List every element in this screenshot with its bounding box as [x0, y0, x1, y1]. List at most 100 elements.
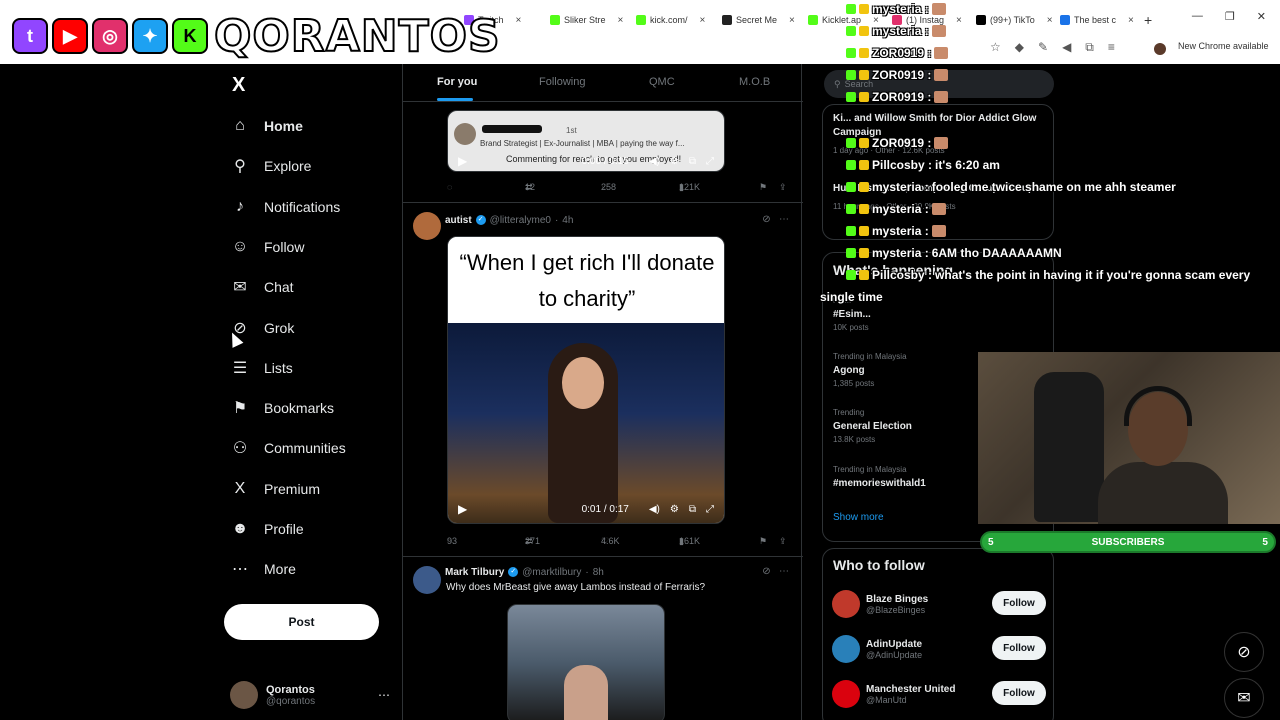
extension-icon[interactable]: ✎ — [1038, 40, 1048, 55]
tweet-video[interactable] — [507, 604, 665, 720]
x-logo-icon[interactable]: X — [232, 74, 245, 97]
play-icon[interactable]: ▶ — [458, 502, 467, 516]
bookmark-icon[interactable]: ⚑ — [759, 182, 767, 193]
sidebar-item-communities[interactable]: ⚇ Communities — [230, 432, 346, 464]
tab-label: Secret Me — [736, 15, 778, 25]
volume-icon[interactable]: ◀) — [649, 504, 660, 515]
more-icon[interactable]: ⋯ — [378, 688, 390, 702]
sidebar-item-more[interactable]: ⋯ More — [230, 553, 296, 585]
more-icon[interactable]: ⋯ — [779, 566, 789, 577]
feed-tabs: For you Following QMC M.O.B — [403, 64, 803, 102]
browser-tab[interactable]: (99+) TikTo × — [976, 8, 1053, 32]
grok-icon[interactable]: ⊘ — [762, 566, 770, 577]
star-icon[interactable]: ☆ — [990, 40, 1001, 55]
chat-username: ZOR0919 : — [872, 136, 932, 150]
avatar[interactable] — [832, 680, 860, 708]
bookmark-icon[interactable]: ⚑ — [759, 536, 767, 547]
follow-button[interactable]: Follow — [992, 681, 1046, 705]
suggestion-name: Blaze Binges — [866, 593, 929, 605]
browser-tab[interactable]: Secret Me × — [722, 8, 795, 32]
author-handle[interactable]: @litteralyme0 — [490, 215, 551, 226]
menu-icon[interactable]: ≡ — [1108, 40, 1115, 55]
close-icon[interactable]: × — [1047, 15, 1053, 26]
who-to-follow-title: Who to follow — [833, 557, 925, 573]
pip-icon[interactable]: ⧉ — [689, 504, 696, 515]
grok-icon[interactable]: ⊘ — [1224, 632, 1264, 672]
fullscreen-icon[interactable]: ⤢ — [706, 156, 714, 167]
new-chrome-label[interactable]: New Chrome available — [1178, 41, 1269, 51]
browser-tab[interactable]: The best c × — [1060, 8, 1134, 32]
webcam-feed — [978, 352, 1280, 524]
account-switcher[interactable]: Qorantos @qorantos ⋯ — [230, 678, 390, 712]
pip-icon[interactable]: ⧉ — [689, 156, 696, 167]
browser-tab[interactable]: kick.com/ × — [636, 8, 705, 32]
chat-username: ZOR0919 : — [872, 90, 932, 104]
extension-icon[interactable]: ◀ — [1062, 40, 1071, 55]
show-more-link[interactable]: Show more — [833, 512, 884, 523]
close-window-icon[interactable]: ✕ — [1257, 10, 1266, 23]
sidebar-item-notifications[interactable]: ♪ Notifications — [230, 191, 340, 223]
follow-suggestion[interactable]: Manchester United @ManUtd Follow — [832, 677, 1046, 711]
tweet-video[interactable]: “When I get rich I'll donate to charity”… — [447, 236, 725, 524]
close-icon[interactable]: × — [956, 15, 962, 26]
chat-text: single time — [820, 290, 883, 304]
follow-suggestion[interactable]: AdinUpdate @AdinUpdate Follow — [832, 632, 1046, 666]
sidebar-item-chat[interactable]: ✉ Chat — [230, 271, 293, 303]
new-tab-button[interactable]: + — [1144, 8, 1152, 32]
more-icon[interactable]: ⋯ — [779, 214, 789, 225]
close-icon[interactable]: × — [516, 15, 522, 26]
fullscreen-icon[interactable]: ⤢ — [706, 504, 714, 515]
puzzle-icon[interactable]: ⧉ — [1085, 40, 1094, 55]
close-icon[interactable]: × — [700, 15, 706, 26]
sidebar-item-home[interactable]: ⌂ Home — [230, 110, 303, 142]
news-item[interactable]: Ki... and Willow Smith for Dior Addict G… — [833, 112, 1047, 158]
author-name[interactable]: autist — [445, 215, 472, 226]
tab-qmc[interactable]: QMC — [649, 76, 675, 88]
chat-username: mysteria : — [872, 24, 929, 38]
messages-icon[interactable]: ✉ — [1224, 678, 1264, 718]
avatar[interactable] — [413, 212, 441, 240]
close-icon[interactable]: × — [618, 15, 624, 26]
share-icon[interactable]: ⇪ — [779, 536, 787, 547]
close-icon[interactable]: × — [789, 15, 795, 26]
browser-profile-avatar[interactable] — [1154, 43, 1166, 55]
emote-icon — [934, 91, 949, 103]
sidebar-item-lists[interactable]: ☰ Lists — [230, 352, 293, 384]
trend-item[interactable]: Trending in Malaysia #memorieswithald1 — [833, 465, 926, 489]
tab-following[interactable]: Following — [539, 76, 585, 88]
follow-button[interactable]: Follow — [992, 591, 1046, 615]
close-icon[interactable]: × — [1128, 15, 1134, 26]
sidebar-item-profile[interactable]: ☻ Profile — [230, 513, 304, 545]
share-icon[interactable]: ⇪ — [779, 182, 787, 193]
settings-icon[interactable]: ⚙ — [670, 156, 679, 167]
grok-icon[interactable]: ⊘ — [762, 214, 770, 225]
tab-mob[interactable]: M.O.B — [739, 76, 770, 88]
extension-icon[interactable]: ◆ — [1015, 40, 1024, 55]
follow-button[interactable]: Follow — [992, 636, 1046, 660]
tweet-video[interactable]: 1st Brand Strategist | Ex-Journalist | M… — [447, 110, 725, 172]
volume-icon[interactable]: ◀) — [649, 156, 660, 167]
minimize-icon[interactable]: — — [1192, 10, 1203, 23]
sidebar-item-bookmarks[interactable]: ⚑ Bookmarks — [230, 392, 334, 424]
author-handle[interactable]: @marktilbury — [522, 567, 581, 578]
browser-tab[interactable]: Sliker Stre × — [550, 8, 623, 32]
tweet-text: Why does MrBeast give away Lambos instea… — [446, 582, 705, 593]
sidebar-item-follow[interactable]: ☺ Follow — [230, 231, 305, 263]
post-button[interactable]: Post — [224, 604, 379, 640]
trend-item[interactable]: Trending in Malaysia Agong 1,385 posts — [833, 352, 907, 388]
settings-icon[interactable]: ⚙ — [670, 504, 679, 515]
sidebar-item-explore[interactable]: ⚲ Explore — [230, 150, 311, 182]
redacted-name — [482, 125, 542, 133]
avatar[interactable] — [832, 590, 860, 618]
sidebar-item-premium[interactable]: X Premium — [230, 473, 320, 505]
avatar[interactable] — [832, 635, 860, 663]
author-name[interactable]: Mark Tilbury — [445, 567, 504, 578]
restore-icon[interactable]: ❐ — [1225, 10, 1235, 23]
trend-item[interactable]: Trending General Election 13.8K posts — [833, 408, 912, 444]
kick-badge-icon — [846, 270, 856, 280]
emote-icon — [934, 69, 949, 81]
avatar[interactable] — [413, 566, 441, 594]
tab-for-you[interactable]: For you — [437, 76, 477, 88]
play-icon[interactable]: ▶ — [458, 154, 467, 168]
follow-suggestion[interactable]: Blaze Binges @BlazeBinges Follow — [832, 587, 1046, 621]
